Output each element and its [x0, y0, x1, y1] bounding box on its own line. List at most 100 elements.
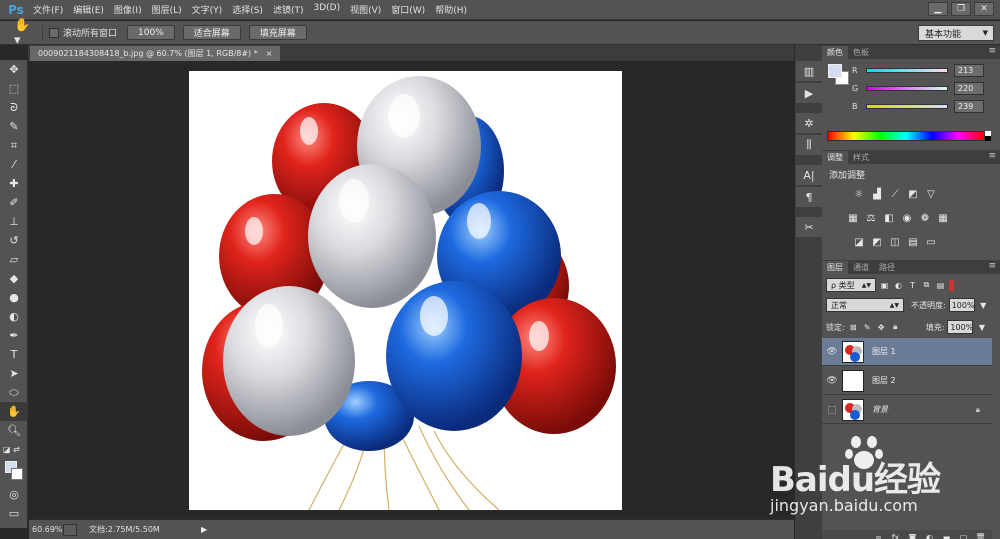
- blue-slider[interactable]: [866, 103, 948, 109]
- menu-item[interactable]: 编辑(E): [68, 3, 109, 16]
- layer-row[interactable]: 👁︎ 图层 2: [822, 367, 992, 395]
- link-layers-icon[interactable]: ∞: [873, 532, 884, 539]
- layer-style-icon[interactable]: fx: [890, 532, 901, 539]
- screen-mode-icon[interactable]: ▭: [0, 504, 28, 523]
- eyedropper-tool-icon[interactable]: ⁄: [0, 155, 28, 174]
- vibrance-icon[interactable]: ▽: [924, 188, 938, 201]
- gradient-map-icon[interactable]: ▭: [924, 236, 938, 249]
- minimize-button[interactable]: ▁: [928, 2, 948, 16]
- brush-presets-icon[interactable]: ⫼: [796, 135, 822, 155]
- visibility-off-box[interactable]: [828, 405, 836, 414]
- marquee-tool-icon[interactable]: ⬚: [0, 79, 28, 98]
- layer-name[interactable]: 图层 1: [872, 346, 896, 357]
- red-slider[interactable]: [866, 67, 948, 73]
- opacity-dropdown-icon[interactable]: ▼: [978, 300, 989, 311]
- menu-item[interactable]: 文字(Y): [187, 3, 228, 16]
- channel-mixer-icon[interactable]: ❁: [918, 212, 932, 225]
- green-value-field[interactable]: 220: [954, 81, 984, 95]
- tab-adjustments[interactable]: 调整: [822, 151, 848, 164]
- tool-presets-icon[interactable]: ✂: [796, 217, 822, 237]
- levels-icon[interactable]: ▟: [870, 188, 884, 201]
- type-tool-icon[interactable]: T: [0, 345, 28, 364]
- threshold-icon[interactable]: ◫: [888, 236, 902, 249]
- layer-row[interactable]: 背景 🔒︎: [822, 396, 992, 424]
- hue-saturation-icon[interactable]: ▦: [846, 212, 860, 225]
- clone-stamp-tool-icon[interactable]: ⊥: [0, 212, 28, 231]
- blue-value-field[interactable]: 239: [954, 99, 984, 113]
- document-tab[interactable]: 0009021184308418_b.jpg @ 60.7% (图层 1, RG…: [30, 46, 281, 61]
- actions-panel-icon[interactable]: ▶: [796, 83, 822, 103]
- panel-menu-icon[interactable]: ≡: [988, 46, 996, 56]
- filter-toggle-icon[interactable]: [949, 279, 954, 291]
- workspace-select[interactable]: 基本功能 ▼: [918, 25, 994, 41]
- posterize-icon[interactable]: ◩: [870, 236, 884, 249]
- zoom-tool-icon[interactable]: 🔍︎: [0, 421, 28, 440]
- filter-smart-object-icon[interactable]: ▤: [935, 280, 946, 291]
- fit-screen-button[interactable]: 适合屏幕: [182, 25, 241, 40]
- eye-icon[interactable]: 👁︎: [822, 376, 842, 386]
- document-canvas[interactable]: [189, 71, 622, 510]
- menu-item[interactable]: 图层(L): [147, 3, 187, 16]
- menu-item[interactable]: 选择(S): [227, 3, 268, 16]
- ellipse-tool-icon[interactable]: ⬭: [0, 383, 28, 402]
- paragraph-panel-icon[interactable]: ¶: [796, 187, 822, 207]
- green-slider[interactable]: [866, 85, 948, 91]
- filter-adjustment-icon[interactable]: ◐: [893, 280, 904, 291]
- healing-brush-tool-icon[interactable]: ✚: [0, 174, 28, 193]
- menu-item[interactable]: 图像(I): [109, 3, 147, 16]
- brush-tool-icon[interactable]: ✐: [0, 193, 28, 212]
- menu-item[interactable]: 帮助(H): [430, 3, 472, 16]
- photo-filter-icon[interactable]: ◉: [900, 212, 914, 225]
- new-adjustment-icon[interactable]: ◐: [924, 532, 935, 539]
- color-lookup-icon[interactable]: ▦: [936, 212, 950, 225]
- panel-menu-icon[interactable]: ≡: [988, 261, 996, 271]
- quick-select-tool-icon[interactable]: ✎: [0, 117, 28, 136]
- scroll-all-windows-checkbox[interactable]: [49, 27, 59, 38]
- selective-color-icon[interactable]: ▤: [906, 236, 920, 249]
- menu-item[interactable]: 文件(F): [28, 3, 68, 16]
- color-balance-icon[interactable]: ⚖: [864, 212, 878, 225]
- hand-tool-preset-icon[interactable]: ✋▾: [14, 18, 36, 48]
- foreground-background-color-icon[interactable]: [0, 459, 28, 485]
- curves-icon[interactable]: ⟋: [888, 188, 902, 201]
- red-value-field[interactable]: 213: [954, 63, 984, 77]
- eye-icon[interactable]: 👁︎: [822, 347, 842, 357]
- new-group-icon[interactable]: ▬: [941, 532, 952, 539]
- history-brush-tool-icon[interactable]: ↺: [0, 231, 28, 250]
- invert-icon[interactable]: ◪: [852, 236, 866, 249]
- menu-item[interactable]: 窗口(W): [386, 3, 430, 16]
- brush-panel-icon[interactable]: ✲: [796, 113, 822, 133]
- new-layer-icon[interactable]: ▢: [958, 532, 969, 539]
- crop-tool-icon[interactable]: ⌗: [0, 136, 28, 155]
- tab-layers[interactable]: 图层: [822, 261, 848, 274]
- menu-item[interactable]: 滤镜(T): [268, 3, 309, 16]
- close-tab-icon[interactable]: ×: [266, 49, 273, 58]
- add-mask-icon[interactable]: ◙: [907, 532, 918, 539]
- tab-swatches[interactable]: 色板: [848, 46, 874, 59]
- filter-shape-icon[interactable]: ⧉: [921, 280, 932, 291]
- black-white-icon[interactable]: ◧: [882, 212, 896, 225]
- menu-item[interactable]: 视图(V): [345, 3, 386, 16]
- character-panel-icon[interactable]: A|: [796, 165, 822, 185]
- layer-name[interactable]: 背景: [872, 404, 888, 415]
- layer-kind-filter[interactable]: ρ 类型 ▲▼: [826, 278, 876, 292]
- eraser-tool-icon[interactable]: ▱: [0, 250, 28, 269]
- color-spectrum-bar[interactable]: [827, 131, 985, 141]
- tab-channels[interactable]: 通道: [848, 261, 874, 274]
- brightness-icon[interactable]: ☼: [852, 188, 866, 201]
- lock-pixels-icon[interactable]: ✎: [862, 322, 873, 333]
- exposure-icon[interactable]: ◩: [906, 188, 920, 201]
- history-panel-icon[interactable]: ▥: [796, 61, 822, 81]
- filter-type-icon[interactable]: T: [907, 280, 918, 291]
- menu-item[interactable]: 3D(D): [308, 3, 345, 16]
- black-white-ramp[interactable]: [985, 131, 991, 141]
- paint-bucket-tool-icon[interactable]: ◆: [0, 269, 28, 288]
- move-tool-icon[interactable]: ✥: [0, 60, 28, 79]
- lock-transparent-icon[interactable]: ⊠: [848, 322, 859, 333]
- hand-tool-icon[interactable]: ✋: [0, 402, 28, 421]
- dodge-tool-icon[interactable]: ◐: [0, 307, 28, 326]
- lasso-tool-icon[interactable]: ᘐ: [0, 98, 28, 117]
- fill-field[interactable]: 100%: [947, 320, 974, 334]
- delete-layer-icon[interactable]: 🗑︎: [975, 532, 986, 539]
- close-button[interactable]: ✕: [974, 2, 994, 16]
